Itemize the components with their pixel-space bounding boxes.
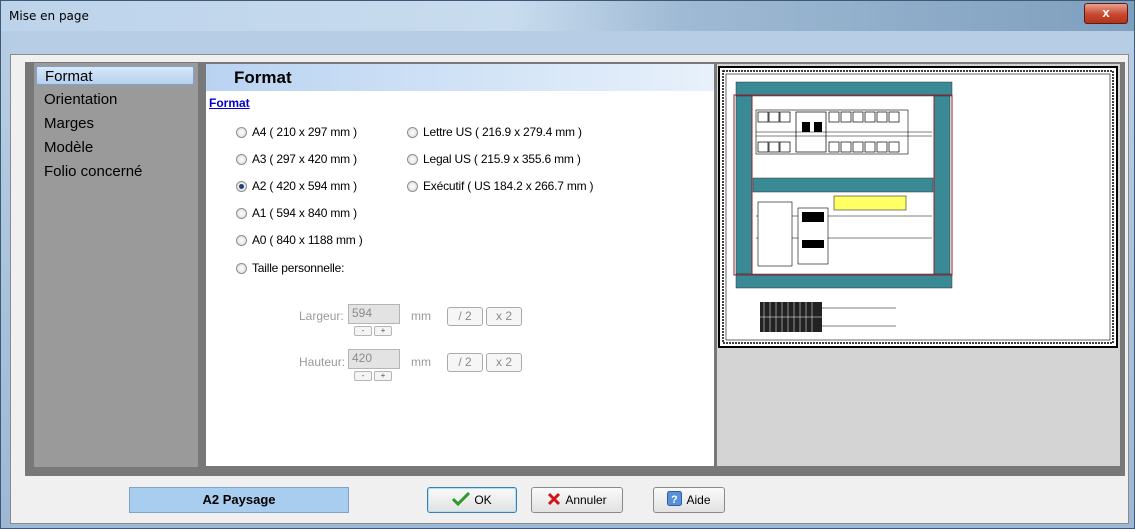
height-double-button[interactable]: x 2 — [486, 353, 522, 372]
cancel-label: Annuler — [565, 493, 607, 507]
red-x-icon — [547, 492, 561, 509]
height-half-button[interactable]: / 2 — [447, 353, 483, 372]
radio-custom-size[interactable]: Taille personnelle: — [236, 261, 344, 275]
radio-icon — [236, 234, 247, 246]
sidebar-item-marges[interactable]: Marges — [36, 114, 194, 133]
height-label: Hauteur: — [299, 355, 346, 369]
help-label: Aide — [686, 493, 711, 507]
radio-label: A1 ( 594 x 840 mm ) — [252, 206, 357, 220]
radio-label: Lettre US ( 216.9 x 279.4 mm ) — [423, 125, 582, 139]
radio-icon — [236, 153, 247, 165]
radio-letter-us[interactable]: Lettre US ( 216.9 x 279.4 mm ) — [407, 125, 582, 139]
close-icon: x — [1102, 5, 1110, 20]
sidebar-item-orientation[interactable]: Orientation — [36, 90, 194, 109]
format-panel: Format Format A4 ( 210 x 297 mm ) A3 ( 2… — [206, 64, 714, 466]
panel-header: Format — [206, 64, 714, 91]
sidebar-item-label: Format — [45, 68, 93, 85]
radio-a1[interactable]: A1 ( 594 x 840 mm ) — [236, 206, 357, 220]
radio-icon-checked — [236, 180, 247, 192]
window-title: Mise en page — [9, 9, 89, 23]
radio-icon — [236, 126, 247, 138]
radio-icon — [236, 262, 247, 274]
height-unit: mm — [411, 355, 431, 369]
page-preview — [718, 66, 1118, 348]
radio-label: A3 ( 297 x 420 mm ) — [252, 152, 357, 166]
sidebar-item-label: Marges — [44, 115, 95, 132]
height-increment-button[interactable]: + — [374, 371, 392, 381]
sidebar-item-label: Orientation — [44, 91, 118, 108]
title-bar[interactable]: Mise en page x — [1, 1, 1134, 31]
height-decrement-button[interactable]: - — [354, 371, 372, 381]
ok-button[interactable]: OK — [427, 487, 517, 513]
width-label: Largeur: — [299, 309, 344, 323]
format-status-box: A2 Paysage — [129, 487, 349, 513]
ok-label: OK — [474, 493, 492, 507]
height-field[interactable]: 420 — [348, 349, 400, 369]
radio-legal-us[interactable]: Legal US ( 215.9 x 355.6 mm ) — [407, 152, 581, 166]
format-section-title: Format — [209, 96, 250, 110]
radio-label: Legal US ( 215.9 x 355.6 mm ) — [423, 152, 581, 166]
radio-a2[interactable]: A2 ( 420 x 594 mm ) — [236, 179, 357, 193]
width-field[interactable]: 594 — [348, 304, 400, 324]
width-unit: mm — [411, 309, 431, 323]
radio-a4[interactable]: A4 ( 210 x 297 mm ) — [236, 125, 357, 139]
radio-icon — [236, 207, 247, 219]
radio-a3[interactable]: A3 ( 297 x 420 mm ) — [236, 152, 357, 166]
width-half-button[interactable]: / 2 — [447, 307, 483, 326]
width-double-button[interactable]: x 2 — [486, 307, 522, 326]
radio-label: Exécutif ( US 184.2 x 266.7 mm ) — [423, 179, 594, 193]
category-sidebar: Format Orientation Marges Modèle Folio c… — [34, 63, 198, 467]
sidebar-item-label: Folio concerné — [44, 163, 143, 180]
radio-label: A2 ( 420 x 594 mm ) — [252, 179, 357, 193]
radio-label: A0 ( 840 x 1188 mm ) — [252, 233, 363, 247]
width-increment-button[interactable]: + — [374, 326, 392, 336]
cancel-button[interactable]: Annuler — [531, 487, 623, 513]
radio-label: Taille personnelle: — [252, 261, 345, 275]
help-icon: ? — [667, 491, 683, 509]
schematic-preview-image — [722, 70, 1114, 344]
panel-title: Format — [234, 68, 292, 87]
width-decrement-button[interactable]: - — [354, 326, 372, 336]
radio-executif[interactable]: Exécutif ( US 184.2 x 266.7 mm ) — [407, 179, 594, 193]
sidebar-item-modele[interactable]: Modèle — [36, 138, 194, 157]
radio-label: A4 ( 210 x 297 mm ) — [252, 125, 357, 139]
radio-a0[interactable]: A0 ( 840 x 1188 mm ) — [236, 233, 363, 247]
radio-icon — [407, 126, 418, 138]
radio-icon — [407, 153, 418, 165]
help-button[interactable]: ? Aide — [653, 487, 725, 513]
svg-text:?: ? — [671, 494, 678, 506]
dialog-window: Mise en page x Format Orientation Marges… — [0, 0, 1135, 529]
close-button[interactable]: x — [1084, 3, 1128, 24]
radio-icon — [407, 180, 418, 192]
sidebar-item-format[interactable]: Format — [36, 66, 194, 85]
sidebar-item-label: Modèle — [44, 139, 94, 156]
sidebar-item-folio-concerne[interactable]: Folio concerné — [36, 162, 194, 181]
checkmark-icon — [452, 491, 471, 509]
